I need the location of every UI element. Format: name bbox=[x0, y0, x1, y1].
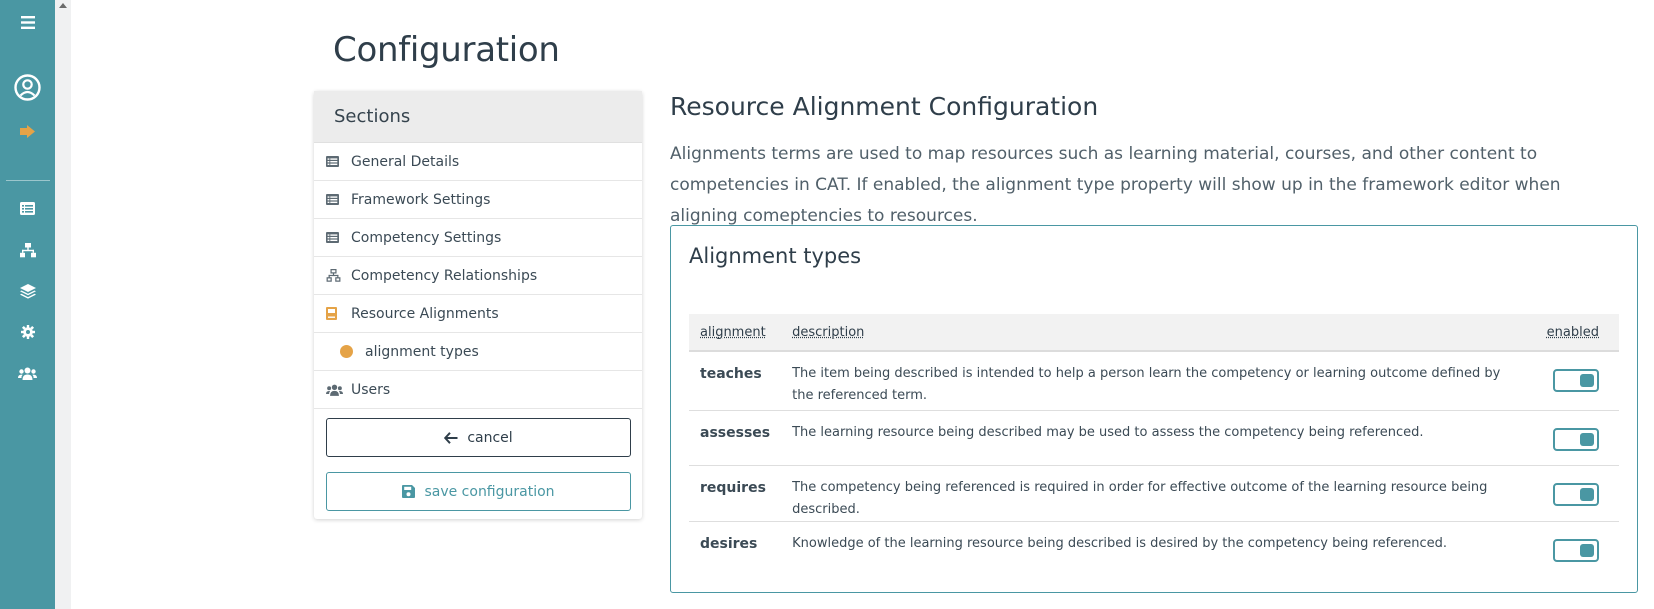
save-icon bbox=[402, 485, 416, 498]
toggle-knob bbox=[1580, 543, 1594, 557]
description-cell: The learning resource being described ma… bbox=[792, 424, 1424, 440]
gear-icon[interactable] bbox=[0, 322, 55, 342]
main-title: Resource Alignment Configuration bbox=[670, 92, 1099, 121]
section-subitem-alignment-types[interactable]: alignment types bbox=[314, 333, 642, 371]
description-cell: Knowledge of the learning resource being… bbox=[792, 535, 1448, 551]
table-row: requires The competency being referenced… bbox=[689, 465, 1619, 521]
layers-icon[interactable] bbox=[0, 281, 55, 301]
active-dot-icon bbox=[340, 345, 353, 358]
enabled-cell bbox=[1536, 351, 1619, 410]
nav-rail bbox=[0, 0, 55, 609]
column-header-description[interactable]: description bbox=[781, 314, 1536, 351]
users-icon bbox=[326, 384, 348, 396]
section-item-framework-settings[interactable]: Framework Settings bbox=[314, 181, 642, 219]
cancel-label: cancel bbox=[467, 429, 513, 446]
alignment-types-card: Alignment types alignment description en… bbox=[670, 225, 1638, 593]
scrollbar[interactable] bbox=[55, 0, 71, 609]
column-header-enabled[interactable]: enabled bbox=[1536, 314, 1619, 351]
table-header-row: alignment description enabled bbox=[689, 314, 1619, 351]
section-item-resource-alignments[interactable]: Resource Alignments bbox=[314, 295, 642, 333]
section-item-competency-relationships[interactable]: Competency Relationships bbox=[314, 257, 642, 295]
sections-panel: Sections General Details Framework Setti… bbox=[314, 91, 642, 519]
scroll-up-arrow-icon[interactable] bbox=[59, 3, 67, 8]
section-item-label: Resource Alignments bbox=[351, 305, 499, 322]
section-item-label: Framework Settings bbox=[351, 191, 491, 208]
enabled-toggle[interactable] bbox=[1553, 369, 1599, 392]
page-title: Configuration bbox=[333, 30, 560, 70]
alignment-cell: requires bbox=[700, 479, 766, 496]
user-circle-icon[interactable] bbox=[0, 72, 55, 102]
section-item-label: alignment types bbox=[365, 343, 479, 360]
list-icon bbox=[326, 156, 348, 167]
section-item-label: Competency Relationships bbox=[351, 267, 538, 284]
cancel-button[interactable]: cancel bbox=[326, 418, 631, 457]
menu-icon[interactable] bbox=[0, 12, 55, 32]
alignment-types-table: alignment description enabled teaches Th… bbox=[689, 314, 1619, 576]
alignment-cell: assesses bbox=[700, 424, 771, 441]
description-cell: The item being described is intended to … bbox=[792, 366, 1501, 403]
table-row: assesses The learning resource being des… bbox=[689, 410, 1619, 465]
users-icon[interactable] bbox=[0, 363, 55, 383]
column-header-alignment[interactable]: alignment bbox=[689, 314, 781, 351]
toggle-knob bbox=[1580, 432, 1594, 446]
sign-out-icon[interactable] bbox=[0, 120, 55, 142]
toggle-knob bbox=[1580, 487, 1594, 501]
list-icon bbox=[326, 194, 348, 205]
alignment-cell: desires bbox=[700, 535, 758, 552]
section-item-users[interactable]: Users bbox=[314, 371, 642, 409]
rail-divider bbox=[6, 180, 50, 181]
section-item-general-details[interactable]: General Details bbox=[314, 143, 642, 181]
enabled-cell bbox=[1536, 465, 1619, 521]
enabled-toggle[interactable] bbox=[1553, 538, 1599, 562]
save-configuration-button[interactable]: save configuration bbox=[326, 472, 631, 511]
table-row: desires Knowledge of the learning resour… bbox=[689, 521, 1619, 576]
section-item-label: Users bbox=[351, 381, 391, 398]
alignment-cell: teaches bbox=[700, 366, 762, 382]
table-row: teaches The item being described is inte… bbox=[689, 351, 1619, 410]
section-item-label: Competency Settings bbox=[351, 229, 502, 246]
sitemap-icon bbox=[326, 269, 348, 282]
save-configuration-label: save configuration bbox=[424, 483, 555, 500]
sitemap-icon[interactable] bbox=[0, 240, 55, 260]
sections-header: Sections bbox=[314, 91, 642, 143]
enabled-cell bbox=[1536, 410, 1619, 465]
section-item-label: General Details bbox=[351, 153, 460, 170]
card-title: Alignment types bbox=[689, 244, 862, 268]
toggle-knob bbox=[1580, 374, 1594, 387]
main-description: Alignments terms are used to map resourc… bbox=[670, 144, 1561, 226]
list-icon[interactable] bbox=[0, 198, 55, 218]
section-item-competency-settings[interactable]: Competency Settings bbox=[314, 219, 642, 257]
arrow-left-icon bbox=[444, 431, 458, 444]
enabled-cell bbox=[1536, 521, 1619, 576]
book-icon bbox=[326, 307, 348, 320]
enabled-toggle[interactable] bbox=[1553, 482, 1599, 506]
list-icon bbox=[326, 232, 348, 243]
enabled-toggle[interactable] bbox=[1553, 427, 1599, 451]
description-cell: The competency being referenced is requi… bbox=[792, 479, 1488, 517]
